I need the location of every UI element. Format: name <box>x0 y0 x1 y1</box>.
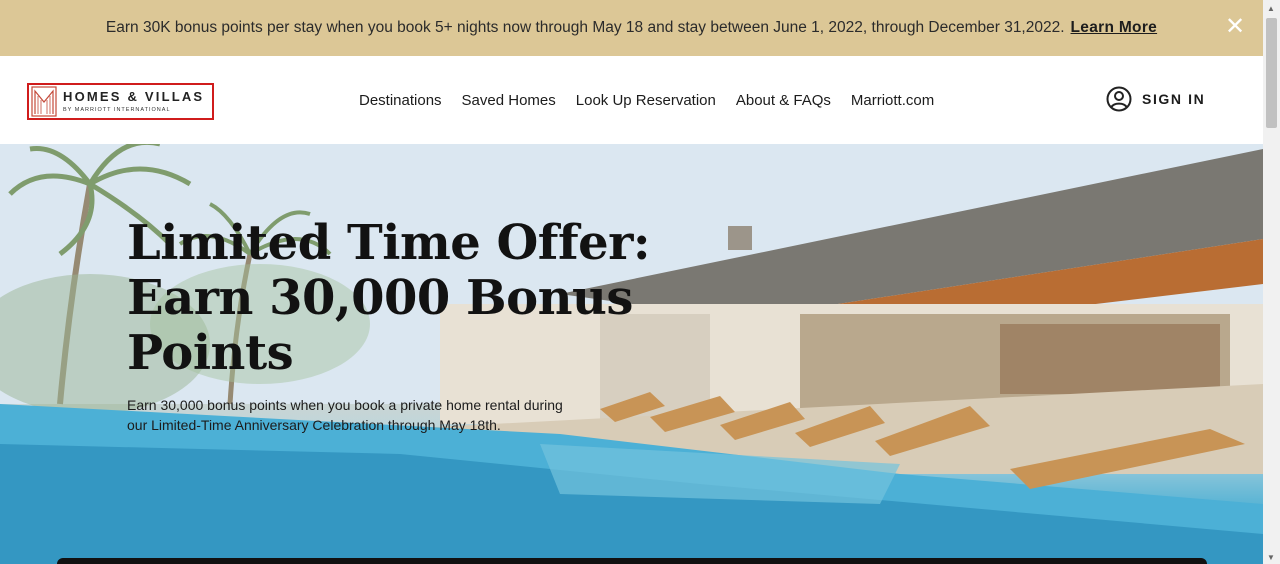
nav-saved-homes[interactable]: Saved Homes <box>462 92 556 109</box>
promo-text: Earn 30K bonus points per stay when you … <box>105 19 1065 36</box>
hero-title-line-1: Limited Time Offer: <box>127 215 651 271</box>
nav-destinations[interactable]: Destinations <box>359 92 442 109</box>
close-icon[interactable]: ✕ <box>1221 12 1249 40</box>
hero-title-line-3: Points <box>127 325 294 381</box>
main-nav: Destinations Saved Homes Look Up Reserva… <box>349 56 944 144</box>
nav-about-faqs[interactable]: About & FAQs <box>736 92 831 109</box>
logo-main-text: HOMES & VILLAS <box>63 89 205 104</box>
scroll-down-arrow-icon[interactable]: ▼ <box>1267 553 1275 562</box>
nav-marriott-com[interactable]: Marriott.com <box>851 92 934 109</box>
sign-in-label: SIGN IN <box>1142 91 1206 107</box>
learn-more-link[interactable]: Learn More <box>1071 19 1158 37</box>
sign-in-button[interactable]: SIGN IN <box>1106 86 1205 112</box>
scrollbar-thumb[interactable] <box>1266 18 1277 128</box>
hero-description: Earn 30,000 bonus points when you book a… <box>127 397 563 433</box>
hero-title: Limited Time Offer: Earn 30,000 Bonus Po… <box>127 215 651 381</box>
user-icon <box>1106 86 1132 112</box>
logo-mark-icon <box>31 86 57 117</box>
logo[interactable]: HOMES & VILLAS BY MARRIOTT INTERNATIONAL <box>27 83 214 120</box>
search-panel-top <box>57 558 1207 564</box>
logo-sub-text: BY MARRIOTT INTERNATIONAL <box>63 107 171 113</box>
scroll-up-arrow-icon[interactable]: ▲ <box>1267 4 1275 13</box>
nav-look-up-reservation[interactable]: Look Up Reservation <box>576 92 716 109</box>
hero-title-line-2: Earn 30,000 Bonus <box>127 270 633 326</box>
hero-section: Limited Time Offer: Earn 30,000 Bonus Po… <box>0 144 1263 564</box>
site-header: HOMES & VILLAS BY MARRIOTT INTERNATIONAL… <box>0 56 1263 144</box>
promo-banner: Earn 30K bonus points per stay when you … <box>0 0 1263 56</box>
scrollbar[interactable]: ▲ ▼ <box>1263 0 1280 564</box>
page: Earn 30K bonus points per stay when you … <box>0 0 1280 564</box>
